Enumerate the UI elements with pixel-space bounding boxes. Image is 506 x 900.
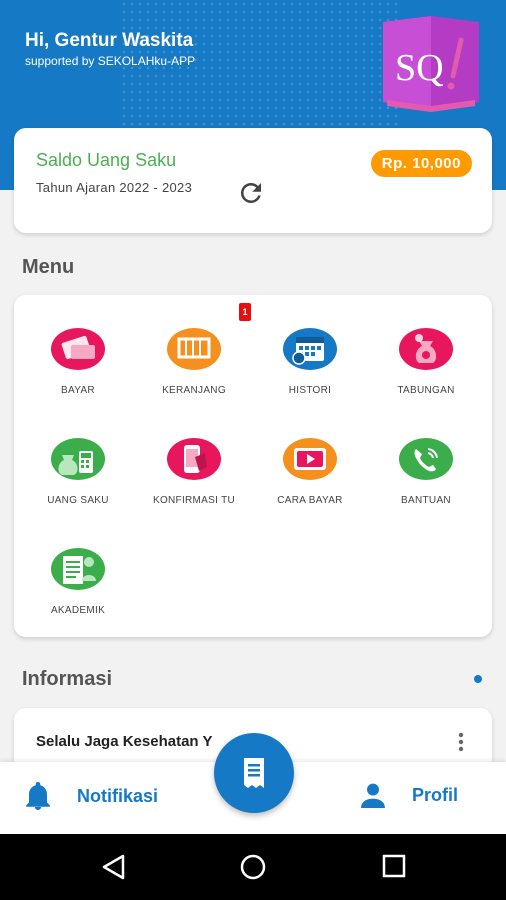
back-icon[interactable] [101, 854, 127, 880]
school-year: Tahun Ajaran 2022 - 2023 [36, 180, 193, 195]
system-navigation-bar [0, 834, 506, 900]
phone-confirm-icon [167, 438, 221, 480]
menu-item-uang-saku[interactable]: UANG SAKU [20, 437, 136, 506]
nav-notifikasi-label: Notifikasi [77, 785, 159, 806]
menu-label: TABUNGAN [397, 385, 455, 396]
menu-grid: BAYAR KERANJANG HISTORI TABUNGAN UANG SA… [14, 295, 492, 637]
nav-profil-label: Profil [412, 784, 459, 805]
menu-item-tabungan[interactable]: TABUNGAN [368, 327, 484, 396]
menu-item-keranjang[interactable]: KERANJANG [136, 327, 252, 396]
person-icon [361, 783, 385, 808]
menu-label: BAYAR [61, 385, 95, 396]
menu-label: KERANJANG [162, 385, 226, 396]
pager-dot[interactable] [474, 675, 482, 683]
menu-label: CARA BAYAR [277, 495, 343, 506]
nav-notifikasi[interactable]: Notifikasi [25, 782, 158, 810]
saldo-title: Saldo Uang Saku [36, 150, 177, 170]
app-logo: SQ [383, 16, 479, 112]
menu-label: AKADEMIK [50, 605, 106, 616]
nav-profil[interactable]: Profil [360, 782, 458, 808]
info-title: Selalu Jaga Kesehatan Y [36, 733, 213, 750]
menu-item-bayar[interactable]: BAYAR [20, 327, 136, 396]
menu-label: BANTUAN [401, 495, 451, 506]
menu-heading: Menu [22, 256, 75, 278]
svg-text:SQ: SQ [395, 47, 444, 89]
saldo-card: Saldo Uang Saku Tahun Ajaran 2022 - 2023… [14, 128, 492, 233]
menu-item-cara-bayar[interactable]: CARA BAYAR [252, 437, 368, 506]
cart-icon [167, 328, 221, 370]
money-calculator-icon [51, 438, 105, 480]
bell-icon [26, 782, 50, 810]
phone-call-icon [399, 438, 453, 480]
menu-item-histori[interactable]: HISTORI [252, 327, 368, 396]
payment-card-icon [51, 328, 105, 370]
cart-count-badge: 1 [239, 303, 251, 321]
supported-by: supported by SEKOLAHku-APP [25, 54, 196, 68]
savings-bag-icon [399, 328, 453, 370]
refresh-icon[interactable] [236, 178, 266, 208]
receipt-icon [244, 758, 264, 788]
menu-label: KONFIRMASI TU [152, 495, 236, 506]
menu-item-bantuan[interactable]: BANTUAN [368, 437, 484, 506]
menu-item-konfirmasi-tu[interactable]: KONFIRMASI TU [136, 437, 252, 506]
menu-label: HISTORI [288, 385, 332, 396]
calendar-history-icon [283, 328, 337, 370]
video-play-icon [283, 438, 337, 480]
recents-icon[interactable] [382, 854, 406, 878]
informasi-heading: Informasi [22, 668, 113, 690]
home-icon[interactable] [240, 854, 266, 880]
menu-item-akademik[interactable]: AKADEMIK [20, 547, 136, 616]
document-student-icon [51, 548, 105, 590]
menu-label: UANG SAKU [47, 495, 109, 506]
saldo-amount-badge: Rp. 10,000 [370, 150, 472, 177]
greeting: Hi, Gentur Waskita [25, 30, 194, 51]
more-vert-icon[interactable] [458, 732, 464, 752]
receipt-fab[interactable] [214, 733, 294, 813]
